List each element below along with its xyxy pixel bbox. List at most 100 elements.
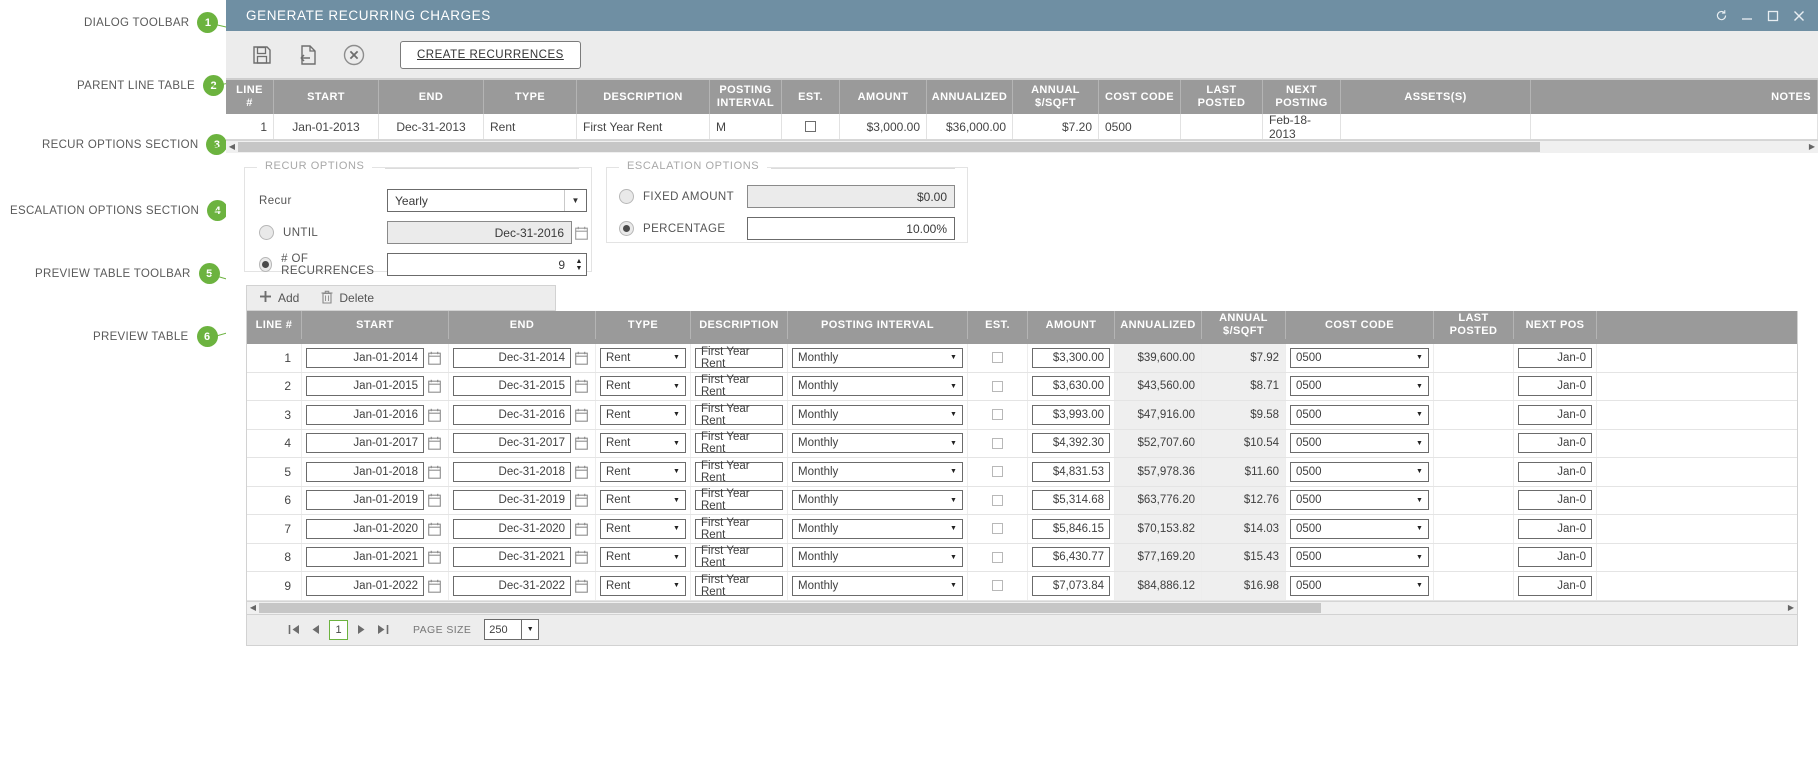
next-page-icon[interactable]	[355, 622, 369, 638]
table-row[interactable]: 8 Jan-01-2021 Dec-31-2021 Rent ▼ First Year R…	[247, 543, 1797, 572]
preview-scroll-right-icon[interactable]: ▶	[1785, 602, 1797, 614]
export-icon[interactable]	[294, 41, 322, 69]
parent-col-amount[interactable]: AMOUNT	[840, 80, 927, 114]
preview-cell-posting-interval[interactable]: Monthly ▼	[788, 344, 968, 372]
preview-cell-description[interactable]: First Year Rent	[691, 458, 788, 486]
calendar-icon[interactable]	[575, 579, 589, 593]
start-date-input[interactable]: Jan-01-2018	[306, 461, 424, 482]
chevron-down-icon[interactable]: ▼	[1411, 463, 1428, 481]
preview-cell-posting-interval[interactable]: Monthly ▼	[788, 486, 968, 514]
percentage-input[interactable]: 10.00%	[747, 217, 955, 240]
parent-col-annualized[interactable]: ANNUALIZED	[927, 80, 1013, 114]
chevron-down-icon[interactable]: ▼	[668, 520, 685, 538]
preview-cell-start[interactable]: Jan-01-2016	[302, 401, 449, 429]
preview-cell-description[interactable]: First Year Rent	[691, 515, 788, 543]
preview-col-start[interactable]: START	[302, 311, 449, 339]
preview-cell-amount[interactable]: $3,300.00	[1028, 344, 1115, 372]
preview-cell-end[interactable]: Dec-31-2021	[449, 543, 596, 571]
cost-code-select[interactable]: 0500 ▼	[1290, 547, 1429, 568]
preview-cell-type[interactable]: Rent ▼	[596, 344, 691, 372]
chevron-down-icon[interactable]: ▼	[945, 577, 962, 595]
preview-cell-next-posting[interactable]: Jan-0	[1514, 543, 1597, 571]
preview-cell-cost-code[interactable]: 0500 ▼	[1286, 401, 1434, 429]
create-recurrences-button[interactable]: CREATE RECURRENCES	[400, 40, 581, 69]
preview-cell-type[interactable]: Rent ▼	[596, 372, 691, 400]
description-input[interactable]: First Year Rent	[695, 488, 783, 512]
scroll-left-icon[interactable]: ◀	[226, 141, 238, 153]
page-size-value[interactable]: 250	[484, 619, 523, 640]
preview-cell-amount[interactable]: $3,630.00	[1028, 372, 1115, 400]
recurrences-radio[interactable]	[259, 257, 273, 272]
preview-cell-next-posting[interactable]: Jan-0	[1514, 429, 1597, 457]
preview-cell-start[interactable]: Jan-01-2020	[302, 515, 449, 543]
next-posting-input[interactable]: Jan-0	[1518, 347, 1592, 368]
recurrences-stepper[interactable]: ▲ ▼	[572, 253, 587, 276]
preview-table-hscrollbar[interactable]: ◀ ▶	[247, 600, 1797, 614]
calendar-icon[interactable]	[575, 522, 589, 536]
calendar-icon[interactable]	[428, 522, 442, 536]
calendar-icon[interactable]	[428, 351, 442, 365]
type-select[interactable]: Rent ▼	[600, 518, 686, 539]
recurrences-input[interactable]: 9	[387, 253, 572, 276]
parent-col-end[interactable]: END	[379, 80, 484, 114]
cost-code-select[interactable]: 0500 ▼	[1290, 518, 1429, 539]
table-row[interactable]: 2 Jan-01-2015 Dec-31-2015 Rent ▼ First Year R…	[247, 372, 1797, 401]
calendar-icon[interactable]	[428, 408, 442, 422]
scroll-right-icon[interactable]: ▶	[1806, 141, 1818, 153]
type-select[interactable]: Rent ▼	[600, 547, 686, 568]
preview-cell-end[interactable]: Dec-31-2017	[449, 429, 596, 457]
chevron-down-icon[interactable]: ▼	[945, 377, 962, 395]
end-date-input[interactable]: Dec-31-2022	[453, 575, 571, 596]
cost-code-select[interactable]: 0500 ▼	[1290, 347, 1429, 368]
parent-col-next-posting[interactable]: NEXT POSTING	[1263, 80, 1341, 114]
preview-col-annual-sqft[interactable]: ANNUAL $/SQFT	[1202, 311, 1286, 339]
page-number[interactable]: 1	[329, 619, 348, 640]
preview-cell-end[interactable]: Dec-31-2019	[449, 486, 596, 514]
description-input[interactable]: First Year Rent	[695, 460, 783, 484]
posting-interval-select[interactable]: Monthly ▼	[792, 575, 963, 596]
scroll-thumb[interactable]	[238, 142, 1540, 152]
type-select[interactable]: Rent ▼	[600, 404, 686, 425]
preview-cell-next-posting[interactable]: Jan-0	[1514, 344, 1597, 372]
table-row[interactable]: 3 Jan-01-2016 Dec-31-2016 Rent ▼ First Year R…	[247, 401, 1797, 430]
chevron-down-icon[interactable]: ▼	[1411, 349, 1428, 367]
est-checkbox[interactable]	[992, 551, 1003, 563]
preview-cell-posting-interval[interactable]: Monthly ▼	[788, 458, 968, 486]
preview-cell-est[interactable]	[968, 372, 1028, 400]
table-row[interactable]: 5 Jan-01-2018 Dec-31-2018 Rent ▼ First Year R…	[247, 458, 1797, 487]
stepper-up-icon[interactable]: ▲	[576, 258, 583, 265]
preview-cell-cost-code[interactable]: 0500 ▼	[1286, 429, 1434, 457]
preview-cell-cost-code[interactable]: 0500 ▼	[1286, 372, 1434, 400]
type-select[interactable]: Rent ▼	[600, 490, 686, 511]
cost-code-select[interactable]: 0500 ▼	[1290, 490, 1429, 511]
table-row[interactable]: 6 Jan-01-2019 Dec-31-2019 Rent ▼ First Year R…	[247, 486, 1797, 515]
est-checkbox[interactable]	[992, 580, 1003, 592]
preview-cell-amount[interactable]: $6,430.77	[1028, 543, 1115, 571]
description-input[interactable]: First Year Rent	[695, 403, 783, 427]
preview-col-annualized[interactable]: ANNUALIZED	[1115, 311, 1202, 339]
type-select[interactable]: Rent ▼	[600, 461, 686, 482]
posting-interval-select[interactable]: Monthly ▼	[792, 347, 963, 368]
preview-cell-type[interactable]: Rent ▼	[596, 572, 691, 600]
preview-cell-est[interactable]	[968, 344, 1028, 372]
preview-cell-end[interactable]: Dec-31-2015	[449, 372, 596, 400]
delete-button[interactable]: Delete	[321, 290, 374, 307]
stepper-down-icon[interactable]: ▼	[576, 265, 583, 272]
cost-code-select[interactable]: 0500 ▼	[1290, 376, 1429, 397]
chevron-down-icon[interactable]: ▼	[668, 577, 685, 595]
description-input[interactable]: First Year Rent	[695, 545, 783, 569]
preview-cell-description[interactable]: First Year Rent	[691, 429, 788, 457]
cancel-circle-icon[interactable]	[340, 41, 368, 69]
preview-cell-type[interactable]: Rent ▼	[596, 486, 691, 514]
end-date-input[interactable]: Dec-31-2015	[453, 376, 571, 397]
preview-cell-amount[interactable]: $5,314.68	[1028, 486, 1115, 514]
preview-cell-posting-interval[interactable]: Monthly ▼	[788, 429, 968, 457]
start-date-input[interactable]: Jan-01-2017	[306, 433, 424, 454]
preview-col-cost-code[interactable]: COST CODE	[1286, 311, 1434, 339]
preview-cell-description[interactable]: First Year Rent	[691, 401, 788, 429]
chevron-down-icon[interactable]: ▼	[945, 434, 962, 452]
posting-interval-select[interactable]: Monthly ▼	[792, 490, 963, 511]
cost-code-select[interactable]: 0500 ▼	[1290, 404, 1429, 425]
preview-cell-est[interactable]	[968, 429, 1028, 457]
parent-col-assets[interactable]: ASSETS(S)	[1341, 80, 1531, 114]
